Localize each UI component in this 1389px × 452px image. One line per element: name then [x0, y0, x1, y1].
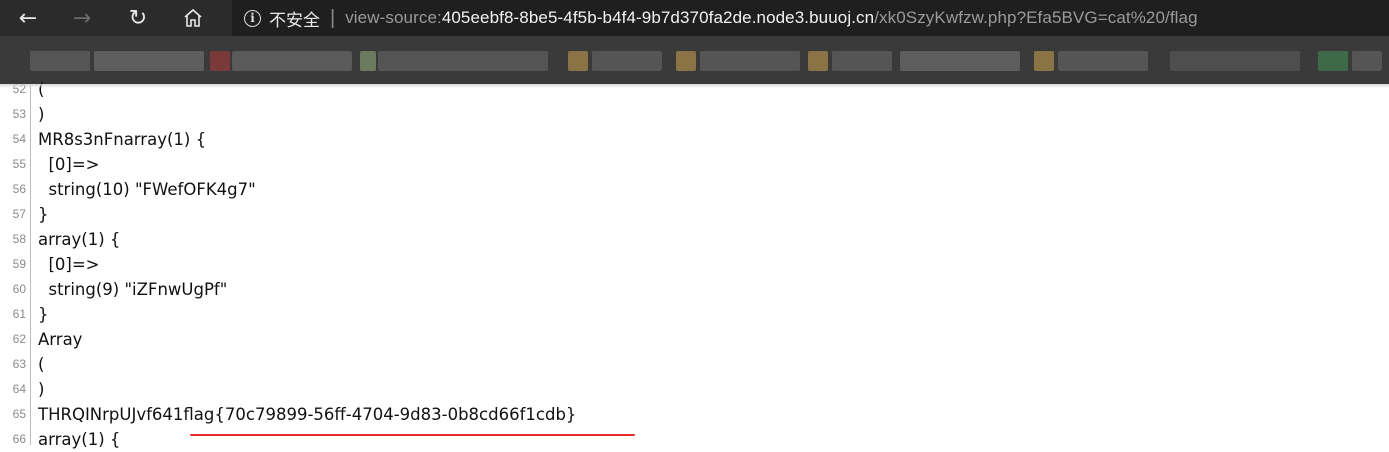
favorite-item[interactable]	[378, 51, 548, 71]
line-code: THRQINrpUJvf641flag{70c79899-56ff-4704-9…	[38, 405, 577, 424]
line-code: [0]=>	[38, 255, 100, 274]
favorite-item[interactable]	[1170, 51, 1300, 71]
url-path: /xk0SzyKwfzw.php?Efa5BVG=cat%20/flag	[874, 8, 1198, 27]
line-number: 55	[12, 157, 26, 171]
url-host: 405eebf8-8be5-4f5b-b4f4-9b7d370fa2de.nod…	[441, 8, 875, 27]
line-code: array(1) {	[38, 430, 121, 449]
url-scheme: view-source:	[345, 8, 442, 27]
line-number: 59	[12, 257, 26, 271]
line-number: 52	[12, 82, 26, 96]
favorite-item[interactable]	[1318, 51, 1348, 71]
favorite-item[interactable]	[832, 51, 892, 71]
favorite-item[interactable]	[30, 51, 90, 71]
address-bar[interactable]: i 不安全 | view-source:405eebf8-8be5-4f5b-b…	[232, 0, 1389, 36]
line-code: string(9) "iZFnwUgPf"	[38, 280, 228, 299]
line-code: }	[38, 205, 49, 224]
browser-toolbar: ← → ↻ i 不安全 | view-source:405eebf8-8be5-…	[0, 0, 1389, 36]
favorite-item[interactable]	[1034, 51, 1054, 71]
source-line: 64 )	[0, 377, 1389, 402]
line-code: Array	[38, 330, 83, 349]
source-line: 62 Array	[0, 327, 1389, 352]
refresh-button[interactable]: ↻	[122, 2, 154, 34]
favorite-item[interactable]	[568, 51, 588, 71]
line-code: (	[38, 355, 45, 374]
source-line: 60 string(9) "iZFnwUgPf"	[0, 277, 1389, 302]
line-number: 64	[12, 382, 26, 396]
line-code: )	[38, 105, 45, 124]
favorite-item[interactable]	[1352, 51, 1382, 71]
line-number: 65	[12, 407, 26, 421]
favorite-item[interactable]	[1058, 51, 1148, 71]
toolbar-shadow	[0, 84, 1389, 88]
favorite-item[interactable]	[676, 51, 696, 71]
info-icon[interactable]: i	[244, 9, 261, 27]
favorite-item[interactable]	[94, 51, 204, 71]
source-line: 52 (	[0, 77, 1389, 102]
line-code: )	[38, 380, 45, 399]
line-code: }	[38, 305, 49, 324]
line-code: MR8s3nFnarray(1) {	[38, 130, 207, 149]
line-number: 62	[12, 332, 26, 346]
line-code: [0]=>	[38, 155, 100, 174]
home-button[interactable]	[177, 2, 209, 34]
line-number: 63	[12, 357, 26, 371]
back-button[interactable]: ←	[12, 2, 44, 34]
source-line: 58 array(1) {	[0, 227, 1389, 252]
source-line: 54 MR8s3nFnarray(1) {	[0, 127, 1389, 152]
red-annotation-underline	[190, 434, 635, 436]
favorite-item[interactable]	[808, 51, 828, 71]
line-number: 60	[12, 282, 26, 296]
source-line: 63 (	[0, 352, 1389, 377]
line-number: 66	[12, 432, 26, 446]
favorite-item[interactable]	[232, 51, 352, 71]
address-separator: |	[330, 6, 336, 29]
arrow-left-icon: ←	[18, 5, 38, 31]
favorite-item[interactable]	[210, 51, 230, 71]
line-number: 53	[12, 107, 26, 121]
source-line: 56 string(10) "FWefOFK4g7"	[0, 177, 1389, 202]
line-number: 54	[12, 132, 26, 146]
favorite-item[interactable]	[592, 51, 662, 71]
home-icon	[184, 8, 202, 27]
line-number: 56	[12, 182, 26, 196]
source-line: 66 array(1) {	[0, 427, 1389, 452]
line-number: 61	[12, 307, 26, 321]
arrow-right-icon: →	[72, 5, 92, 31]
favorite-item[interactable]	[700, 51, 800, 71]
line-code: array(1) {	[38, 230, 121, 249]
line-number: 57	[12, 207, 26, 221]
line-code: (	[38, 80, 45, 99]
security-label[interactable]: 不安全	[269, 6, 320, 31]
source-line: 61 }	[0, 302, 1389, 327]
source-line: 53 )	[0, 102, 1389, 127]
favorite-item[interactable]	[360, 51, 376, 71]
line-number: 58	[12, 232, 26, 246]
source-line: 65 THRQINrpUJvf641flag{70c79899-56ff-470…	[0, 402, 1389, 427]
source-line: 57 }	[0, 202, 1389, 227]
favorite-item[interactable]	[900, 51, 1020, 71]
refresh-icon: ↻	[128, 5, 148, 31]
source-line: 59 [0]=>	[0, 252, 1389, 277]
url-text[interactable]: view-source:405eebf8-8be5-4f5b-b4f4-9b7d…	[345, 8, 1197, 28]
source-view[interactable]: 52 ( 53 ) 54 MR8s3nFnarray(1) { 55 [0]=>…	[0, 80, 1389, 449]
line-code: string(10) "FWefOFK4g7"	[38, 180, 256, 199]
source-line: 55 [0]=>	[0, 152, 1389, 177]
forward-button[interactable]: →	[66, 2, 98, 34]
